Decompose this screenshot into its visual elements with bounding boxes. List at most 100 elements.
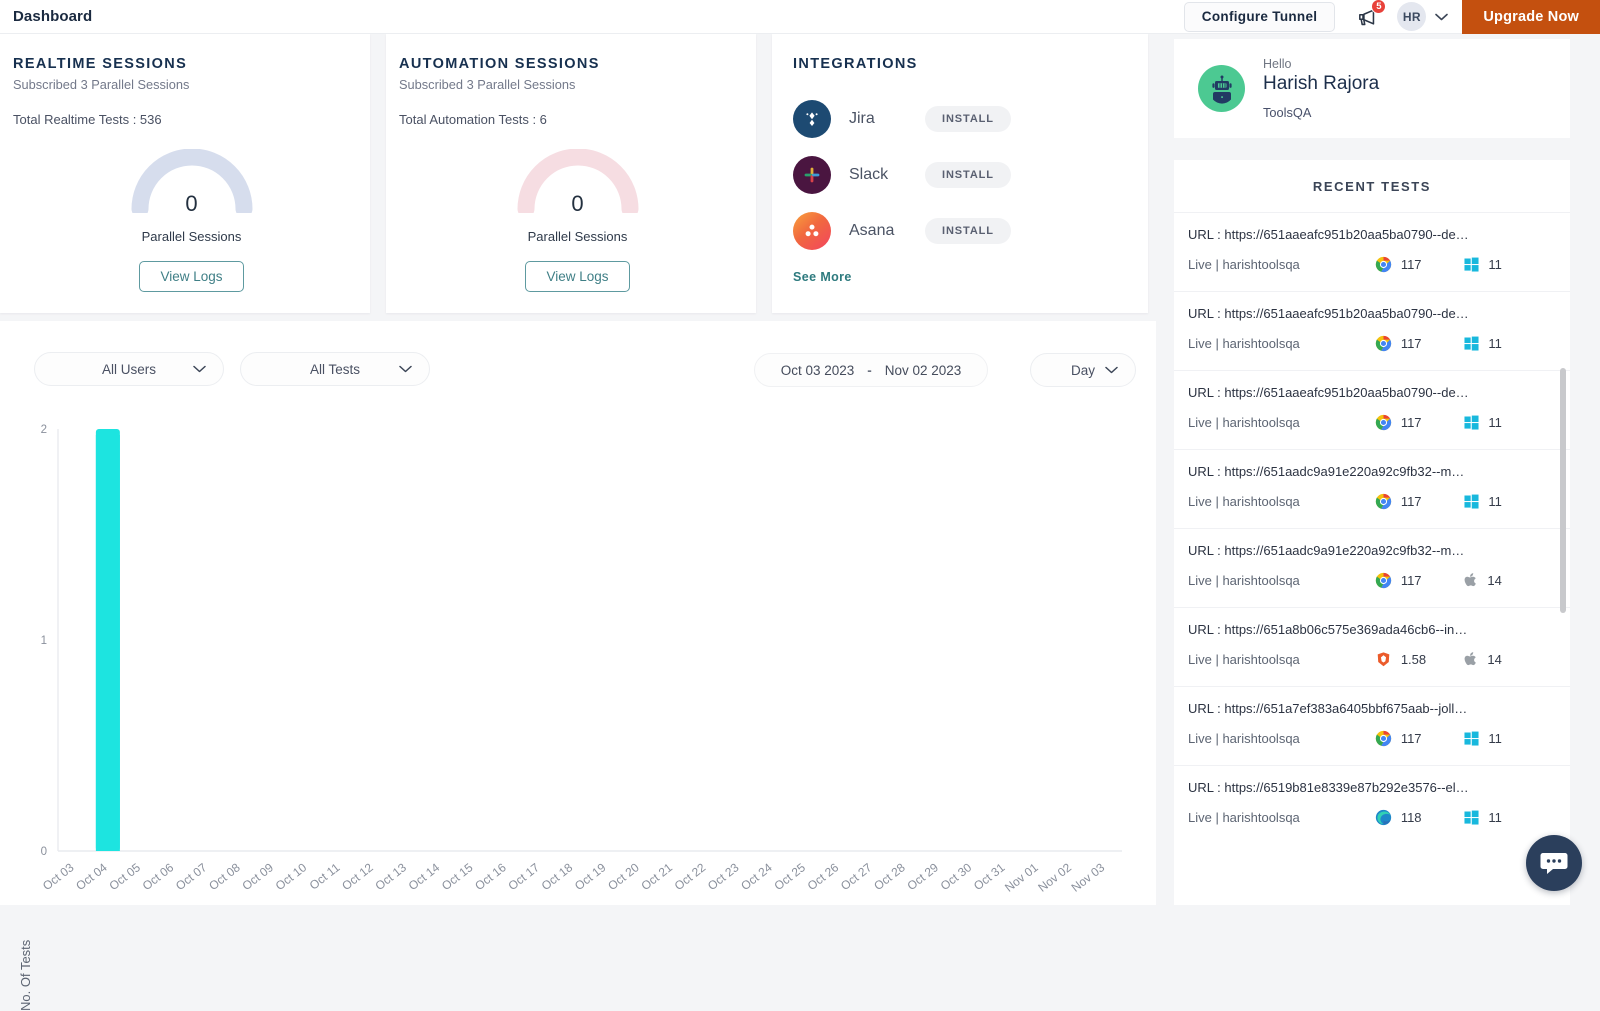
- avatar: [1198, 65, 1245, 112]
- user-menu-chevron-down-icon[interactable]: [1435, 13, 1448, 21]
- test-meta: Live | harishtoolsqa11711: [1188, 493, 1554, 510]
- test-row[interactable]: URL : https://651aaeafc951b20aa5ba0790--…: [1174, 291, 1570, 370]
- svg-text:Oct 27: Oct 27: [838, 860, 875, 893]
- os-version: 11: [1488, 810, 1502, 825]
- test-row[interactable]: URL : https://651aadc9a91e220a92c9fb32--…: [1174, 449, 1570, 528]
- os-version: 11: [1488, 336, 1502, 351]
- automation-card-subtitle: Subscribed 3 Parallel Sessions: [399, 77, 756, 92]
- svg-text:2: 2: [41, 424, 47, 436]
- browser-info: 117: [1375, 730, 1465, 747]
- test-row[interactable]: URL : https://651a8b06c575e369ada46cb6--…: [1174, 607, 1570, 686]
- svg-text:Oct 24: Oct 24: [738, 860, 775, 893]
- upgrade-now-button[interactable]: Upgrade Now: [1462, 0, 1600, 34]
- realtime-card-title: REALTIME SESSIONS: [13, 56, 370, 72]
- test-meta: Live | harishtoolsqa 117 11: [1188, 730, 1554, 747]
- svg-text:Oct 05: Oct 05: [106, 860, 143, 893]
- recent-tests-card: RECENT TESTS URL : https://651aaeafc951b…: [1174, 160, 1570, 905]
- all-users-select[interactable]: All Users: [34, 352, 224, 386]
- os-info: 11: [1464, 257, 1554, 272]
- date-range-from: Oct 03 2023: [781, 363, 855, 378]
- all-users-select-value: All Users: [102, 362, 156, 377]
- test-meta: Live | harishtoolsqa 118 11: [1188, 809, 1554, 826]
- test-url: URL : https://651a7ef383a6405bbf675aab--…: [1188, 701, 1554, 716]
- test-meta: Live | harishtoolsqa11714: [1188, 572, 1554, 589]
- svg-text:Oct 23: Oct 23: [705, 860, 742, 893]
- svg-text:Oct 21: Oct 21: [638, 860, 675, 893]
- realtime-view-logs-button[interactable]: View Logs: [139, 261, 243, 292]
- svg-text:Oct 07: Oct 07: [173, 860, 210, 893]
- svg-text:Oct 19: Oct 19: [572, 860, 609, 893]
- windows-icon: [1464, 257, 1479, 272]
- integrations-card: INTEGRATIONS Jira INSTALL: [772, 34, 1148, 313]
- main-content: REALTIME SESSIONS Subscribed 3 Parallel …: [0, 34, 1170, 905]
- test-status: Live | harishtoolsqa: [1188, 336, 1375, 351]
- recent-tests-scrollbar-thumb[interactable]: [1560, 368, 1566, 613]
- install-button-jira[interactable]: INSTALL: [925, 106, 1011, 132]
- svg-text:Oct 14: Oct 14: [406, 860, 443, 893]
- os-info: 11: [1464, 336, 1554, 351]
- test-status: Live | harishtoolsqa: [1188, 810, 1375, 825]
- browser-info: 117: [1375, 335, 1465, 352]
- install-button-slack[interactable]: INSTALL: [925, 162, 1011, 188]
- announcements-button[interactable]: 5: [1351, 0, 1385, 34]
- test-row[interactable]: URL : https://6519b81e8339e87b292e3576--…: [1174, 765, 1570, 844]
- windows-icon: [1464, 415, 1479, 430]
- test-row[interactable]: URL : https://651a7ef383a6405bbf675aab--…: [1174, 686, 1570, 765]
- automation-card-title: AUTOMATION SESSIONS: [399, 56, 756, 72]
- browser-version: 117: [1401, 731, 1422, 746]
- browser-info: 117: [1375, 414, 1465, 431]
- automation-gauge-label: Parallel Sessions: [399, 229, 756, 244]
- browser-info: 1.58: [1375, 651, 1465, 668]
- svg-text:1: 1: [41, 635, 47, 647]
- test-url: URL : https://651aaeafc951b20aa5ba0790--…: [1188, 385, 1554, 400]
- svg-text:Oct 26: Oct 26: [805, 860, 842, 893]
- recent-tests-scrollbar-track[interactable]: [1562, 264, 1568, 884]
- test-meta: Live | harishtoolsqa11711: [1188, 414, 1554, 431]
- svg-text:Oct 08: Oct 08: [206, 860, 243, 893]
- browser-version: 118: [1401, 810, 1422, 825]
- browser-info: 117: [1375, 572, 1465, 589]
- os-version: 14: [1487, 573, 1501, 588]
- automation-view-logs-button[interactable]: View Logs: [525, 261, 629, 292]
- granularity-select[interactable]: Day: [1030, 353, 1136, 387]
- all-tests-select[interactable]: All Tests: [240, 352, 430, 386]
- test-row[interactable]: URL : https://651aaeafc951b20aa5ba0790--…: [1174, 212, 1570, 291]
- chrome-icon: [1375, 493, 1392, 510]
- integrations-list: Jira INSTALL Slack INSTALL: [793, 91, 1148, 259]
- test-row[interactable]: URL : https://651aadc9a91e220a92c9fb32--…: [1174, 528, 1570, 607]
- realtime-gauge-value: 0: [130, 191, 254, 217]
- install-button-asana[interactable]: INSTALL: [925, 218, 1011, 244]
- user-name: Harish Rajora: [1263, 73, 1379, 95]
- realtime-gauge: 0: [130, 149, 254, 213]
- chat-support-button[interactable]: [1526, 835, 1582, 891]
- browser-info: 118: [1375, 809, 1465, 826]
- configure-tunnel-button[interactable]: Configure Tunnel: [1184, 2, 1336, 32]
- svg-text:Oct 30: Oct 30: [938, 860, 975, 893]
- notification-badge: 5: [1371, 0, 1386, 14]
- browser-info: 117: [1375, 493, 1465, 510]
- user-avatar-initials[interactable]: HR: [1397, 2, 1426, 31]
- svg-text:Oct 16: Oct 16: [472, 860, 509, 893]
- see-more-link[interactable]: See More: [793, 270, 1148, 284]
- automation-gauge-value: 0: [516, 191, 640, 217]
- os-info: 11: [1464, 731, 1554, 746]
- edge-icon: [1375, 809, 1392, 826]
- svg-text:Oct 18: Oct 18: [539, 860, 576, 893]
- tests-bar-chart: 012Oct 03Oct 04Oct 05Oct 06Oct 07Oct 08O…: [0, 399, 1156, 905]
- user-profile-card: Hello Harish Rajora ToolsQA: [1174, 39, 1570, 138]
- date-range-picker[interactable]: Oct 03 2023 - Nov 02 2023: [754, 353, 988, 387]
- svg-text:0: 0: [41, 846, 47, 858]
- svg-text:Oct 20: Oct 20: [605, 860, 642, 893]
- test-url: URL : https://651aadc9a91e220a92c9fb32--…: [1188, 464, 1554, 479]
- os-version: 11: [1488, 731, 1502, 746]
- svg-text:Oct 09: Oct 09: [239, 860, 276, 893]
- profile-text: Hello Harish Rajora ToolsQA: [1263, 57, 1379, 120]
- windows-icon: [1464, 731, 1479, 746]
- test-status: Live | harishtoolsqa: [1188, 731, 1375, 746]
- test-url: URL : https://6519b81e8339e87b292e3576--…: [1188, 780, 1554, 795]
- test-row[interactable]: URL : https://651aaeafc951b20aa5ba0790--…: [1174, 370, 1570, 449]
- greeting-label: Hello: [1263, 57, 1379, 71]
- svg-text:Oct 11: Oct 11: [307, 860, 343, 892]
- chevron-down-icon: [1105, 366, 1118, 374]
- svg-text:Oct 04: Oct 04: [73, 860, 110, 893]
